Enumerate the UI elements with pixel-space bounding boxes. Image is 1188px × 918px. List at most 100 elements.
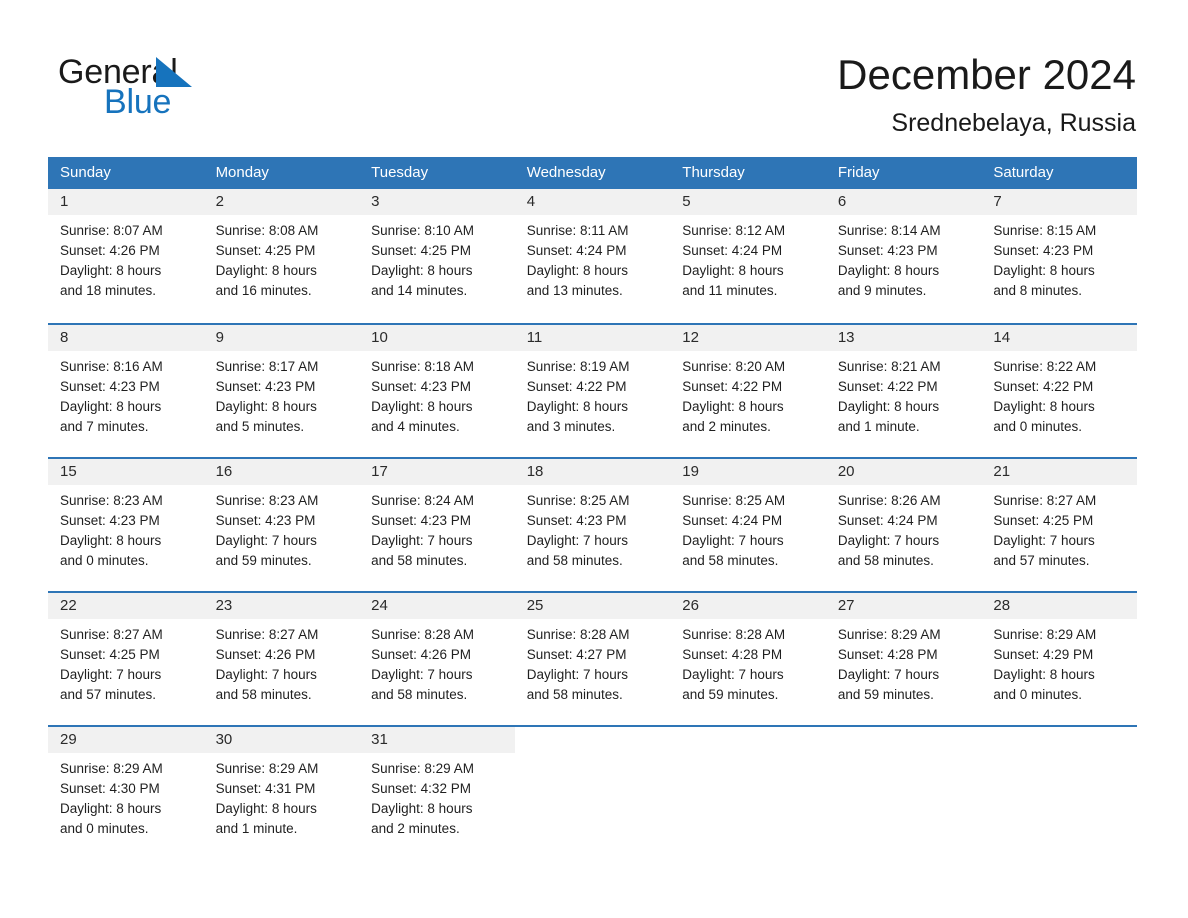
day-cell[interactable]: 2 Sunrise: 8:08 AM Sunset: 4:25 PM Daylight…	[203, 189, 360, 314]
sunset-text: Sunset: 4:24 PM	[682, 513, 783, 528]
daylight-line1-text: Daylight: 7 hours	[371, 533, 473, 548]
daylight-line2-text: and 0 minutes.	[993, 419, 1082, 434]
day-number: 24	[371, 597, 388, 614]
day-cell-empty	[981, 727, 1137, 852]
daylight-line2-text: and 2 minutes.	[371, 821, 460, 836]
day-cell[interactable]: 31 Sunrise: 8:29 AM Sunset: 4:32 PM Dayligh…	[359, 727, 515, 852]
day-info: Sunrise: 8:14 AM Sunset: 4:23 PM Daylight:…	[826, 215, 982, 301]
day-number: 14	[993, 329, 1011, 346]
day-number: 3	[371, 193, 380, 210]
daylight-line2-text: and 57 minutes.	[60, 687, 157, 702]
weekday-header-wednesday: Wednesday	[526, 164, 606, 181]
sunrise-text: Sunrise: 8:11 AM	[526, 223, 629, 238]
daylight-line1-text: Daylight: 7 hours	[526, 533, 629, 548]
day-cell[interactable]: 3 Sunrise: 8:10 AM Sunset: 4:25 PM Daylight…	[359, 189, 515, 314]
day-info: Sunrise: 8:25 AM Sunset: 4:24 PM Daylight:…	[670, 485, 826, 571]
day-cell[interactable]: 27 Sunrise: 8:29 AM Sunset: 4:28 PM Dayligh…	[825, 593, 982, 718]
daylight-line2-text: and 58 minutes.	[837, 553, 934, 568]
general-blue-logo: General Blue	[58, 52, 318, 122]
day-number: 28	[993, 597, 1011, 614]
location-subtitle: Srednebelaya, Russia	[891, 109, 1136, 137]
calendar-body: 1 Sunrise: 8:07 AM Sunset: 4:26 PM Daylight…	[48, 189, 1137, 852]
day-number: 19	[682, 463, 699, 480]
day-info: Sunrise: 8:15 AM Sunset: 4:23 PM Daylight:…	[981, 215, 1137, 301]
weekday-header-tuesday: Tuesday	[371, 164, 429, 181]
daylight-line1-text: Daylight: 7 hours	[837, 667, 940, 682]
daylight-line2-text: and 2 minutes.	[682, 419, 771, 434]
day-number-band: 21	[981, 459, 1137, 485]
daylight-line1-text: Daylight: 8 hours	[837, 399, 940, 414]
day-info: Sunrise: 8:28 AM Sunset: 4:26 PM Daylight:…	[359, 619, 515, 705]
day-cell[interactable]: 19 Sunrise: 8:25 AM Sunset: 4:24 PM Dayligh…	[670, 459, 826, 584]
day-cell[interactable]: 28 Sunrise: 8:29 AM Sunset: 4:29 PM Dayligh…	[981, 593, 1137, 718]
daylight-line1-text: Daylight: 7 hours	[682, 533, 784, 548]
calendar-week-row: 1 Sunrise: 8:07 AM Sunset: 4:26 PM Daylight…	[48, 189, 1137, 314]
day-cell[interactable]: 29 Sunrise: 8:29 AM Sunset: 4:30 PM Dayligh…	[48, 727, 204, 852]
day-cell[interactable]: 7 Sunrise: 8:15 AM Sunset: 4:23 PM Daylight…	[981, 189, 1137, 314]
daylight-line1-text: Daylight: 7 hours	[371, 667, 473, 682]
day-number: 1	[60, 193, 69, 210]
daylight-line2-text: and 0 minutes.	[60, 821, 149, 836]
sunrise-text: Sunrise: 8:14 AM	[837, 223, 941, 238]
sunrise-text: Sunrise: 8:27 AM	[993, 493, 1097, 508]
day-cell[interactable]: 4 Sunrise: 8:11 AM Sunset: 4:24 PM Daylight…	[514, 189, 671, 314]
daylight-line1-text: Daylight: 8 hours	[60, 399, 162, 414]
day-cell[interactable]: 12 Sunrise: 8:20 AM Sunset: 4:22 PM Dayligh…	[670, 325, 826, 450]
daylight-line1-text: Daylight: 8 hours	[682, 399, 784, 414]
sunrise-text: Sunrise: 8:29 AM	[215, 761, 319, 776]
day-cell[interactable]: 18 Sunrise: 8:25 AM Sunset: 4:23 PM Dayligh…	[514, 459, 671, 584]
day-number-band: 18	[514, 459, 671, 485]
sunrise-text: Sunrise: 8:29 AM	[993, 627, 1097, 642]
day-cell[interactable]: 13 Sunrise: 8:21 AM Sunset: 4:22 PM Dayligh…	[825, 325, 982, 450]
day-cell[interactable]: 10 Sunrise: 8:18 AM Sunset: 4:23 PM Dayligh…	[359, 325, 515, 450]
day-number: 11	[526, 329, 543, 346]
day-number-band: 13	[825, 325, 982, 351]
day-cell[interactable]: 24 Sunrise: 8:28 AM Sunset: 4:26 PM Dayligh…	[359, 593, 515, 718]
calendar-week-row: 8 Sunrise: 8:16 AM Sunset: 4:23 PM Daylight…	[48, 323, 1137, 450]
day-number-band: 20	[825, 459, 982, 485]
day-number-band	[825, 727, 982, 753]
day-cell[interactable]: 6 Sunrise: 8:14 AM Sunset: 4:23 PM Daylight…	[825, 189, 982, 314]
day-cell-empty	[670, 727, 826, 852]
day-cell[interactable]: 8 Sunrise: 8:16 AM Sunset: 4:23 PM Daylight…	[48, 325, 204, 450]
daylight-line1-text: Daylight: 7 hours	[837, 533, 940, 548]
daylight-line1-text: Daylight: 8 hours	[215, 801, 317, 816]
day-cell[interactable]: 17 Sunrise: 8:24 AM Sunset: 4:23 PM Dayligh…	[359, 459, 515, 584]
sunrise-text: Sunrise: 8:28 AM	[371, 627, 474, 642]
day-cell[interactable]: 30 Sunrise: 8:29 AM Sunset: 4:31 PM Dayligh…	[203, 727, 360, 852]
day-number: 22	[60, 597, 77, 614]
day-cell[interactable]: 16 Sunrise: 8:23 AM Sunset: 4:23 PM Dayligh…	[203, 459, 360, 584]
sunset-text: Sunset: 4:25 PM	[60, 647, 160, 662]
daylight-line1-text: Daylight: 7 hours	[526, 667, 629, 682]
day-cell[interactable]: 21 Sunrise: 8:27 AM Sunset: 4:25 PM Dayligh…	[981, 459, 1137, 584]
day-cell[interactable]: 14 Sunrise: 8:22 AM Sunset: 4:22 PM Dayligh…	[981, 325, 1137, 450]
day-cell[interactable]: 22 Sunrise: 8:27 AM Sunset: 4:25 PM Dayligh…	[48, 593, 204, 718]
daylight-line1-text: Daylight: 7 hours	[682, 667, 784, 682]
sunset-text: Sunset: 4:31 PM	[215, 781, 316, 796]
daylight-line2-text: and 1 minute.	[837, 419, 920, 434]
day-cell[interactable]: 1 Sunrise: 8:07 AM Sunset: 4:26 PM Daylight…	[48, 189, 204, 314]
sunrise-text: Sunrise: 8:16 AM	[60, 359, 163, 374]
day-number-band: 2	[203, 189, 360, 215]
logo-text-blue: Blue	[104, 83, 172, 121]
day-cell[interactable]: 25 Sunrise: 8:28 AM Sunset: 4:27 PM Dayligh…	[514, 593, 671, 718]
day-cell[interactable]: 9 Sunrise: 8:17 AM Sunset: 4:23 PM Daylight…	[203, 325, 360, 450]
daylight-line1-text: Daylight: 8 hours	[371, 801, 473, 816]
day-cell-empty	[825, 727, 982, 852]
daylight-line2-text: and 18 minutes.	[60, 283, 157, 298]
day-cell[interactable]: 26 Sunrise: 8:28 AM Sunset: 4:28 PM Dayligh…	[670, 593, 826, 718]
day-info: Sunrise: 8:21 AM Sunset: 4:22 PM Daylight:…	[826, 351, 982, 437]
day-info: Sunrise: 8:22 AM Sunset: 4:22 PM Daylight:…	[981, 351, 1137, 437]
sunset-text: Sunset: 4:23 PM	[215, 379, 316, 394]
sunrise-text: Sunrise: 8:27 AM	[60, 627, 163, 642]
day-cell[interactable]: 23 Sunrise: 8:27 AM Sunset: 4:26 PM Dayligh…	[203, 593, 360, 718]
day-cell[interactable]: 5 Sunrise: 8:12 AM Sunset: 4:24 PM Daylight…	[670, 189, 826, 314]
day-info: Sunrise: 8:27 AM Sunset: 4:25 PM Daylight:…	[48, 619, 204, 705]
daylight-line2-text: and 9 minutes.	[837, 283, 927, 298]
day-cell[interactable]: 20 Sunrise: 8:26 AM Sunset: 4:24 PM Dayligh…	[825, 459, 982, 584]
page-header: General Blue December 2024 Srednebelaya,…	[0, 0, 1188, 150]
weekday-header-sunday: Sunday	[60, 164, 111, 181]
sunset-text: Sunset: 4:28 PM	[682, 647, 783, 662]
day-cell[interactable]: 11 Sunrise: 8:19 AM Sunset: 4:22 PM Dayligh…	[514, 325, 671, 450]
day-cell[interactable]: 15 Sunrise: 8:23 AM Sunset: 4:23 PM Dayligh…	[48, 459, 204, 584]
